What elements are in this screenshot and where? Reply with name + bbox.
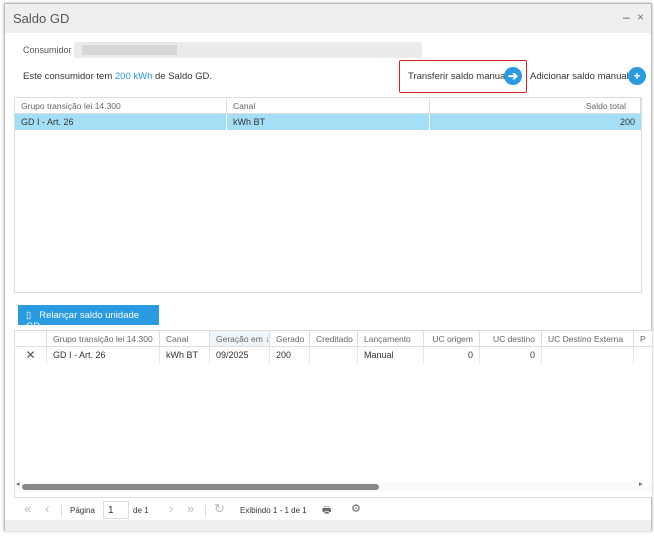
page-info: Exibindo 1 - 1 de 1 bbox=[240, 506, 307, 515]
saldo-gd-dialog: Saldo GD – × Consumidor Este consumidor … bbox=[4, 3, 652, 531]
scroll-left-icon[interactable]: ◂ bbox=[16, 480, 20, 488]
next-page-button[interactable]: › bbox=[169, 501, 173, 516]
document-icon: ▯ bbox=[26, 310, 31, 321]
cell bbox=[542, 347, 634, 363]
col-header[interactable]: P bbox=[634, 331, 652, 347]
cell: kWh BT bbox=[160, 347, 210, 363]
col-header[interactable]: Geração em ↓ bbox=[210, 331, 270, 347]
col-header[interactable]: UC destino bbox=[480, 331, 542, 347]
plus-icon[interactable]: + bbox=[628, 67, 646, 85]
print-icon[interactable]: 🖶 bbox=[322, 503, 331, 520]
summary-amount: 200 kWh bbox=[115, 71, 153, 82]
cell: kWh BT bbox=[227, 114, 430, 130]
divider bbox=[205, 505, 206, 517]
cell bbox=[634, 347, 652, 363]
col-header[interactable]: Grupo transição lei 14.300 bbox=[15, 98, 227, 114]
refresh-icon[interactable]: ↻ bbox=[214, 501, 225, 517]
last-page-button[interactable]: » bbox=[187, 501, 194, 516]
balance-grid: Grupo transição lei 14.300 Canal Saldo t… bbox=[14, 97, 642, 293]
col-header[interactable] bbox=[15, 331, 47, 347]
cell bbox=[310, 347, 358, 363]
dialog-title: Saldo GD bbox=[13, 11, 69, 26]
footer-bar bbox=[5, 520, 651, 531]
page-input[interactable]: 1 bbox=[103, 501, 129, 519]
col-header[interactable]: Creditado bbox=[310, 331, 358, 347]
divider bbox=[61, 505, 62, 517]
cell: GD I - Art. 26 bbox=[15, 114, 227, 130]
col-header[interactable]: Grupo transição lei 14.300 bbox=[47, 331, 160, 347]
col-header[interactable]: Canal bbox=[160, 331, 210, 347]
consumer-label: Consumidor bbox=[23, 45, 72, 55]
col-header[interactable]: Gerado bbox=[270, 331, 310, 347]
close-button[interactable]: × bbox=[637, 10, 644, 24]
redacted-value bbox=[82, 45, 177, 55]
cell: GD I - Art. 26 bbox=[47, 347, 160, 363]
add-label[interactable]: Adicionar saldo manual bbox=[530, 71, 629, 82]
transfer-label[interactable]: Transferir saldo manual bbox=[408, 71, 507, 82]
col-header[interactable]: UC origem bbox=[424, 331, 480, 347]
relaunch-label: Relançar saldo unidade GD bbox=[26, 310, 139, 332]
col-header[interactable]: Canal bbox=[227, 98, 430, 114]
cell: 200 bbox=[270, 347, 310, 363]
first-page-button[interactable]: « bbox=[24, 501, 31, 516]
scrollbar-thumb[interactable] bbox=[22, 484, 379, 490]
delete-icon[interactable]: ✕ bbox=[15, 347, 47, 363]
history-grid: ✕Grupo transição lei 14.300GD I - Art. 2… bbox=[14, 330, 652, 498]
col-header[interactable]: Lançamento bbox=[358, 331, 424, 347]
col-header[interactable]: Saldo total bbox=[430, 98, 641, 114]
gear-icon[interactable]: ⚙ bbox=[351, 502, 361, 515]
horizontal-scrollbar[interactable]: ◂ ▸ bbox=[15, 482, 652, 492]
cell: Manual bbox=[358, 347, 424, 363]
table-row[interactable]: GD I - Art. 26 kWh BT 200 bbox=[15, 114, 641, 130]
relaunch-button[interactable]: ▯Relançar saldo unidade GD bbox=[18, 305, 159, 325]
summary-suffix: de Saldo GD. bbox=[155, 71, 212, 82]
prev-page-button[interactable]: ‹ bbox=[45, 501, 49, 516]
cell: 0 bbox=[480, 347, 542, 363]
consumer-input[interactable] bbox=[74, 42, 422, 58]
cell: 09/2025 bbox=[210, 347, 270, 363]
scroll-right-icon[interactable]: ▸ bbox=[639, 480, 643, 488]
col-header[interactable]: UC Destino Externa bbox=[542, 331, 634, 347]
summary-text: Este consumidor tem 200 kWh de Saldo GD. bbox=[23, 71, 212, 82]
title-bar: Saldo GD – × bbox=[5, 4, 651, 33]
arrow-right-icon[interactable]: ➔ bbox=[504, 67, 522, 85]
cell: 200 bbox=[430, 114, 641, 130]
page-count: de 1 bbox=[133, 506, 149, 515]
page-label: Página bbox=[70, 506, 95, 515]
cell: 0 bbox=[424, 347, 480, 363]
summary-prefix: Este consumidor tem bbox=[23, 71, 112, 82]
minimize-button[interactable]: – bbox=[623, 10, 630, 24]
